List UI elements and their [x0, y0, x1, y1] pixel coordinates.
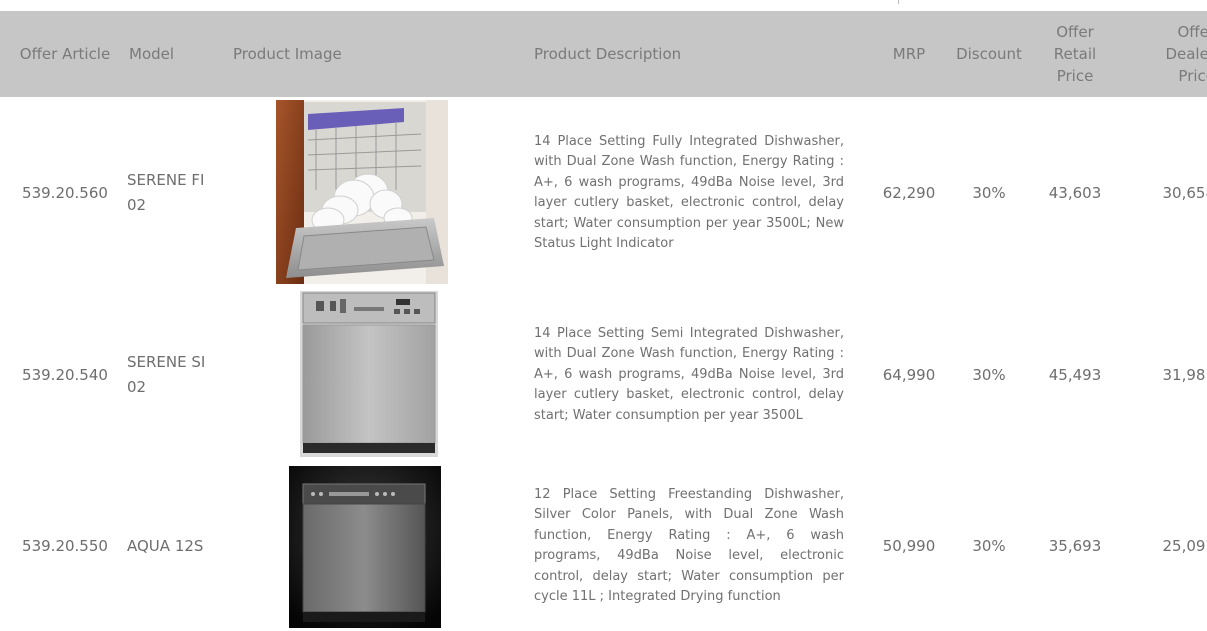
- product-description: 12 Place Setting Freestanding Dishwasher…: [534, 486, 844, 605]
- table-row: 539.20.540 SERENE SI 02 14 Place Setting…: [0, 289, 1207, 461]
- model-line: SERENE SI: [127, 353, 206, 371]
- article-number: 539.20.540: [22, 366, 108, 384]
- model-line: SERENE FI: [127, 171, 205, 189]
- product-description-cell: 14 Place Setting Fully Integrated Dishwa…: [531, 97, 874, 289]
- header-dealer-line: Offer: [1177, 23, 1207, 41]
- article-number: 539.20.560: [22, 184, 108, 202]
- header-retail-line: Price: [1056, 67, 1094, 85]
- header-retail-line: Retail: [1053, 45, 1097, 63]
- header-retail-line: Offer: [1056, 23, 1094, 41]
- model-name: AQUA 12S: [127, 461, 233, 631]
- article-number: 539.20.550: [22, 537, 108, 555]
- product-description-cell: 14 Place Setting Semi Integrated Dishwas…: [531, 289, 874, 461]
- header-offer-article: Offer Article: [19, 45, 111, 63]
- dishwasher-open-rack-image: [276, 100, 448, 284]
- product-description: 14 Place Setting Semi Integrated Dishwas…: [534, 325, 844, 423]
- offer-retail-price-value: 45,493: [1048, 366, 1102, 384]
- header-model: Model: [129, 45, 175, 63]
- model-line: 02: [127, 196, 147, 214]
- table-row: 539.20.560 SERENE FI 02 14 Place Setting…: [0, 97, 1207, 289]
- header-product-image: Product Image: [233, 45, 342, 63]
- offer-retail-price-value: 35,693: [1048, 537, 1102, 555]
- model-line: 02: [127, 378, 147, 396]
- model-name: SERENE SI 02: [127, 289, 233, 461]
- top-edge-mark: [890, 0, 899, 4]
- discount-value: 30%: [972, 184, 1006, 202]
- offer-dealer-price-value: 25,097: [1162, 537, 1207, 555]
- header-mrp: MRP: [892, 45, 926, 63]
- offer-price-table: Offer Article Model Product Image Produc…: [0, 11, 1207, 631]
- model-name: SERENE FI 02: [127, 97, 233, 289]
- header-dealer-line: Dealer: [1165, 45, 1207, 63]
- offer-retail-price-value: 43,603: [1048, 184, 1102, 202]
- model-line: AQUA 12S: [127, 536, 204, 555]
- offer-dealer-price-value: 30,658: [1162, 184, 1207, 202]
- table-row: 539.20.550 AQUA 12S 12 Place Setting Fre…: [0, 461, 1207, 631]
- header-discount: Discount: [956, 45, 1022, 63]
- offer-dealer-price-value: 31,987: [1162, 366, 1207, 384]
- product-image-cell: [233, 289, 531, 461]
- header-offer-retail-price: Offer Retail Price: [1034, 11, 1116, 97]
- discount-value: 30%: [972, 366, 1006, 384]
- mrp-value: 62,290: [882, 184, 936, 202]
- dishwasher-freestanding-image: [289, 466, 441, 628]
- product-image-cell: [233, 461, 531, 631]
- table-header-row: Offer Article Model Product Image Produc…: [0, 11, 1207, 97]
- header-dealer-line: Price: [1178, 67, 1207, 85]
- product-description: 14 Place Setting Fully Integrated Dishwa…: [534, 133, 844, 252]
- product-description-cell: 12 Place Setting Freestanding Dishwasher…: [531, 461, 874, 631]
- header-offer-dealer-price: Offer Dealer Price: [1116, 11, 1207, 97]
- dishwasher-semi-integrated-image: [300, 291, 438, 457]
- mrp-value: 50,990: [882, 537, 936, 555]
- product-image-cell: [233, 97, 531, 289]
- mrp-value: 64,990: [882, 366, 936, 384]
- header-product-description: Product Description: [534, 45, 682, 63]
- discount-value: 30%: [972, 537, 1006, 555]
